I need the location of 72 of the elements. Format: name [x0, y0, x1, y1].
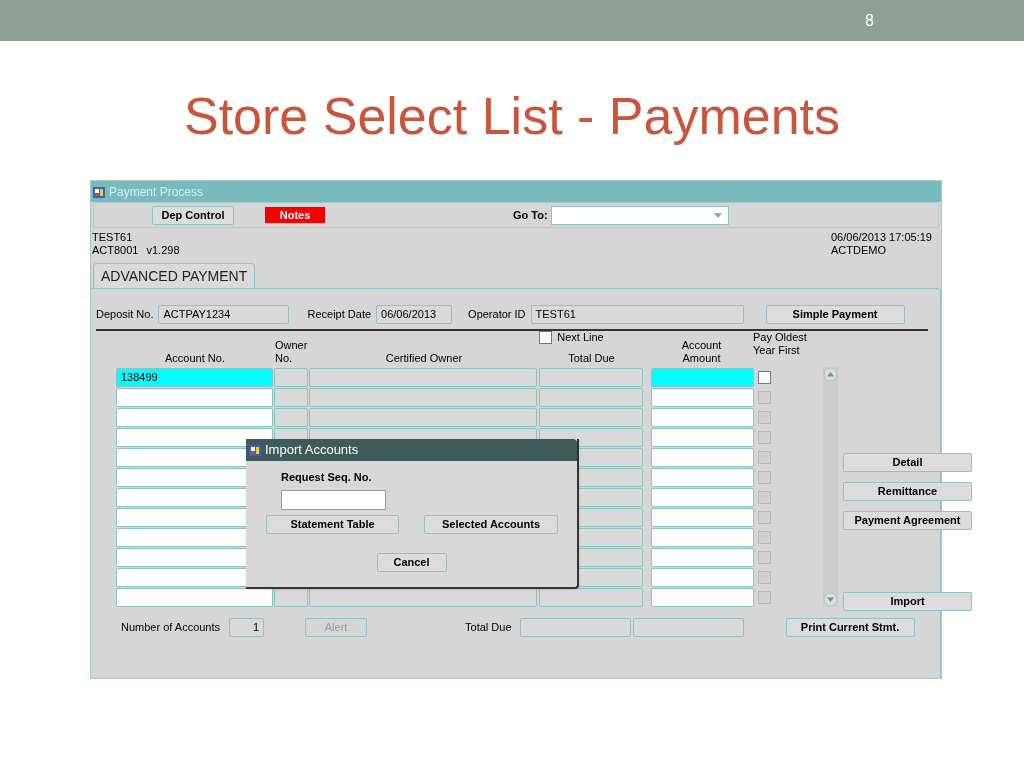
goto-label: Go To:	[513, 207, 548, 223]
text-field[interactable]: ACTPAY1234	[158, 305, 290, 324]
side-button[interactable]: Remittance	[843, 482, 972, 501]
amount-cell[interactable]	[651, 487, 754, 507]
total-due-label: Total Due	[465, 620, 512, 636]
text-field[interactable]: 06/06/2013	[376, 305, 453, 324]
amount-cell[interactable]	[651, 507, 754, 527]
scroll-up-icon[interactable]	[823, 367, 838, 382]
simple-payment-button[interactable]: Simple Payment	[765, 305, 905, 324]
version-label: v1.298	[146, 244, 180, 257]
dialog-title: Import Accounts	[265, 441, 359, 460]
user-label: TEST61	[92, 231, 134, 244]
slide-number: 8	[865, 10, 874, 31]
owner-cell[interactable]	[274, 367, 308, 387]
database-label: ACTDEMO	[831, 244, 887, 257]
tab[interactable]: ADVANCED PAYMENT	[93, 263, 256, 288]
field-label: Deposit No.	[96, 307, 154, 323]
owner-cell[interactable]	[274, 387, 308, 407]
checkbox-label: Next Line	[557, 331, 604, 344]
column-header: Owner No.	[274, 339, 309, 366]
owner-cell[interactable]	[274, 407, 308, 427]
field-label: Receipt Date	[307, 307, 372, 323]
notes-button[interactable]: Notes	[264, 206, 326, 224]
column-header: Pay Oldest Year First	[753, 331, 808, 357]
scroll-down-icon[interactable]	[823, 592, 838, 607]
total-due-cell[interactable]	[539, 587, 643, 607]
amount-cell[interactable]	[651, 447, 754, 467]
amount-cell[interactable]	[651, 467, 754, 487]
amount-cell[interactable]	[651, 547, 754, 567]
scrollbar[interactable]	[823, 367, 838, 607]
amount-cell[interactable]	[651, 587, 754, 607]
amount-cell[interactable]	[651, 527, 754, 547]
print-statement-button[interactable]: Print Current Stmt.	[785, 618, 915, 637]
certified-owner-cell[interactable]	[309, 387, 537, 407]
import-button[interactable]: Import	[843, 592, 972, 611]
amount-cell[interactable]	[651, 427, 754, 447]
amount-cell[interactable]	[651, 387, 754, 407]
amount-cell[interactable]	[651, 567, 754, 587]
column-header: Account Amount	[680, 339, 723, 365]
toolbar-button[interactable]: Dep Control	[152, 205, 234, 225]
total-due-cell[interactable]	[539, 367, 643, 387]
amount-cell[interactable]	[651, 407, 754, 427]
window-title: Payment Process	[109, 183, 204, 201]
slide-title: Store Select List - Payments	[183, 86, 840, 147]
dialog-button[interactable]: Statement Table	[266, 514, 399, 534]
checkbox[interactable]	[539, 331, 553, 344]
side-button[interactable]: Payment Agreement	[843, 511, 972, 530]
column-header: Certified Owner	[385, 352, 463, 365]
side-button[interactable]: Detail	[843, 453, 972, 472]
checkbox[interactable]	[758, 370, 771, 384]
app-icon	[248, 443, 262, 457]
dialog-button[interactable]: Selected Accounts	[424, 514, 558, 534]
count-label: Number of Accounts	[121, 620, 221, 636]
count-field: 1	[229, 618, 265, 637]
column-header: Total Due	[568, 352, 615, 366]
dropdown-arrow-icon	[713, 212, 722, 218]
app-icon	[92, 184, 106, 199]
total-due-cell[interactable]	[539, 387, 643, 407]
certified-owner-cell[interactable]	[309, 407, 537, 427]
column-header: Account No.	[165, 352, 225, 365]
account-cell[interactable]: 138499	[116, 367, 273, 387]
amount-cell[interactable]	[651, 367, 754, 387]
form-label: ACT8001	[92, 244, 139, 257]
total-due-cell[interactable]	[539, 407, 643, 427]
field-label: Request Seq. No.	[281, 470, 373, 485]
cancel-button[interactable]: Cancel	[376, 552, 447, 572]
datetime-label: 06/06/2013 17:05:19	[831, 231, 933, 244]
text-field[interactable]: TEST61	[530, 305, 744, 324]
certified-owner-cell[interactable]	[309, 367, 537, 387]
field-label: Operator ID	[468, 307, 526, 323]
goto-dropdown[interactable]	[550, 205, 729, 225]
input-field[interactable]	[281, 489, 386, 510]
